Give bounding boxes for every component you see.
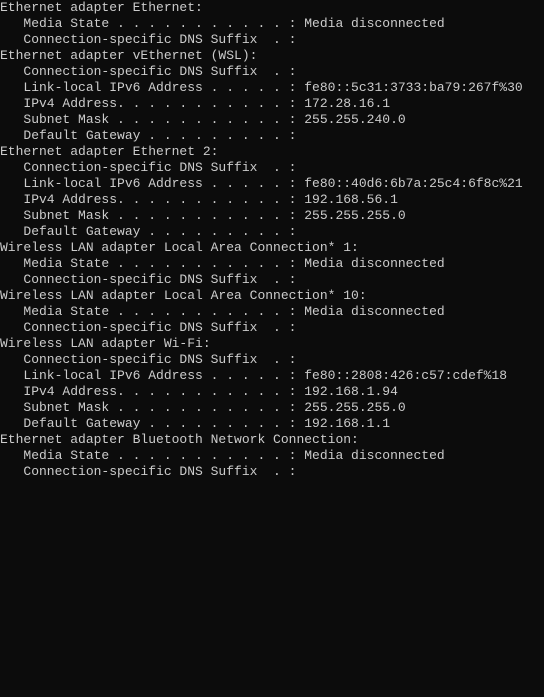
row-label: Subnet Mask . . . . . . . . . . . :	[0, 208, 304, 223]
row-value: 192.168.56.1	[304, 192, 398, 207]
adapter-row: Default Gateway . . . . . . . . . :	[0, 224, 544, 240]
adapter-row: Connection-specific DNS Suffix . :	[0, 320, 544, 336]
row-label: Connection-specific DNS Suffix . :	[0, 352, 296, 367]
adapter-row: Default Gateway . . . . . . . . . : 192.…	[0, 416, 544, 432]
row-value: Media disconnected	[304, 256, 444, 271]
adapter-row: Media State . . . . . . . . . . . : Medi…	[0, 16, 544, 32]
row-label: Subnet Mask . . . . . . . . . . . :	[0, 112, 304, 127]
row-value: 255.255.255.0	[304, 400, 405, 415]
row-label: Connection-specific DNS Suffix . :	[0, 160, 296, 175]
adapter-row: Connection-specific DNS Suffix . :	[0, 160, 544, 176]
adapter-header: Ethernet adapter Ethernet:	[0, 0, 544, 16]
adapter-row: Media State . . . . . . . . . . . : Medi…	[0, 256, 544, 272]
adapter-row: Connection-specific DNS Suffix . :	[0, 32, 544, 48]
adapter-row: Connection-specific DNS Suffix . :	[0, 272, 544, 288]
row-label: Connection-specific DNS Suffix . :	[0, 464, 296, 479]
row-value: Media disconnected	[304, 448, 444, 463]
adapter-row: Connection-specific DNS Suffix . :	[0, 352, 544, 368]
row-value: 172.28.16.1	[304, 96, 390, 111]
row-label: Media State . . . . . . . . . . . :	[0, 304, 304, 319]
adapter-header: Wireless LAN adapter Local Area Connecti…	[0, 288, 544, 304]
row-label: Connection-specific DNS Suffix . :	[0, 272, 296, 287]
row-value: 192.168.1.94	[304, 384, 398, 399]
adapter-header: Ethernet adapter vEthernet (WSL):	[0, 48, 544, 64]
adapter-row: IPv4 Address. . . . . . . . . . . : 192.…	[0, 384, 544, 400]
default-gateway-value: 192.168.1.1	[304, 416, 390, 431]
row-label: IPv4 Address. . . . . . . . . . . :	[0, 96, 304, 111]
row-value: Media disconnected	[304, 304, 444, 319]
row-label: Connection-specific DNS Suffix . :	[0, 64, 296, 79]
adapter-row: Link-local IPv6 Address . . . . . : fe80…	[0, 176, 544, 192]
adapter-row: Media State . . . . . . . . . . . : Medi…	[0, 448, 544, 464]
row-label: Connection-specific DNS Suffix . :	[0, 320, 296, 335]
row-value: 255.255.255.0	[304, 208, 405, 223]
adapter-row: IPv4 Address. . . . . . . . . . . : 172.…	[0, 96, 544, 112]
adapter-row: Link-local IPv6 Address . . . . . : fe80…	[0, 368, 544, 384]
adapter-header: Wireless LAN adapter Wi-Fi:	[0, 336, 544, 352]
adapter-header: Ethernet adapter Ethernet 2:	[0, 144, 544, 160]
row-value: fe80::5c31:3733:ba79:267f%30	[304, 80, 522, 95]
row-label: Default Gateway . . . . . . . . . :	[0, 416, 304, 431]
adapter-header: Wireless LAN adapter Local Area Connecti…	[0, 240, 544, 256]
adapter-row: Default Gateway . . . . . . . . . :	[0, 128, 544, 144]
adapter-row: IPv4 Address. . . . . . . . . . . : 192.…	[0, 192, 544, 208]
row-value: fe80::40d6:6b7a:25c4:6f8c%21	[304, 176, 522, 191]
adapter-row: Connection-specific DNS Suffix . :	[0, 64, 544, 80]
adapter-row: Subnet Mask . . . . . . . . . . . : 255.…	[0, 400, 544, 416]
adapter-header: Ethernet adapter Bluetooth Network Conne…	[0, 432, 544, 448]
adapter-row: Link-local IPv6 Address . . . . . : fe80…	[0, 80, 544, 96]
row-label: Subnet Mask . . . . . . . . . . . :	[0, 400, 304, 415]
adapter-row: Media State . . . . . . . . . . . : Medi…	[0, 304, 544, 320]
adapter-row: Subnet Mask . . . . . . . . . . . : 255.…	[0, 112, 544, 128]
row-label: Default Gateway . . . . . . . . . :	[0, 224, 296, 239]
row-label: Link-local IPv6 Address . . . . . :	[0, 176, 304, 191]
adapter-row: Subnet Mask . . . . . . . . . . . : 255.…	[0, 208, 544, 224]
row-label: Media State . . . . . . . . . . . :	[0, 448, 304, 463]
row-label: Default Gateway . . . . . . . . . :	[0, 128, 296, 143]
row-value: fe80::2808:426:c57:cdef%18	[304, 368, 507, 383]
row-label: Media State . . . . . . . . . . . :	[0, 16, 304, 31]
row-label: IPv4 Address. . . . . . . . . . . :	[0, 384, 304, 399]
terminal-output: Ethernet adapter Ethernet: Media State .…	[0, 0, 544, 480]
row-label: Link-local IPv6 Address . . . . . :	[0, 80, 304, 95]
adapter-row: Connection-specific DNS Suffix . :	[0, 464, 544, 480]
row-label: Connection-specific DNS Suffix . :	[0, 32, 296, 47]
row-label: IPv4 Address. . . . . . . . . . . :	[0, 192, 304, 207]
row-label: Link-local IPv6 Address . . . . . :	[0, 368, 304, 383]
row-value: Media disconnected	[304, 16, 444, 31]
row-value: 255.255.240.0	[304, 112, 405, 127]
row-label: Media State . . . . . . . . . . . :	[0, 256, 304, 271]
